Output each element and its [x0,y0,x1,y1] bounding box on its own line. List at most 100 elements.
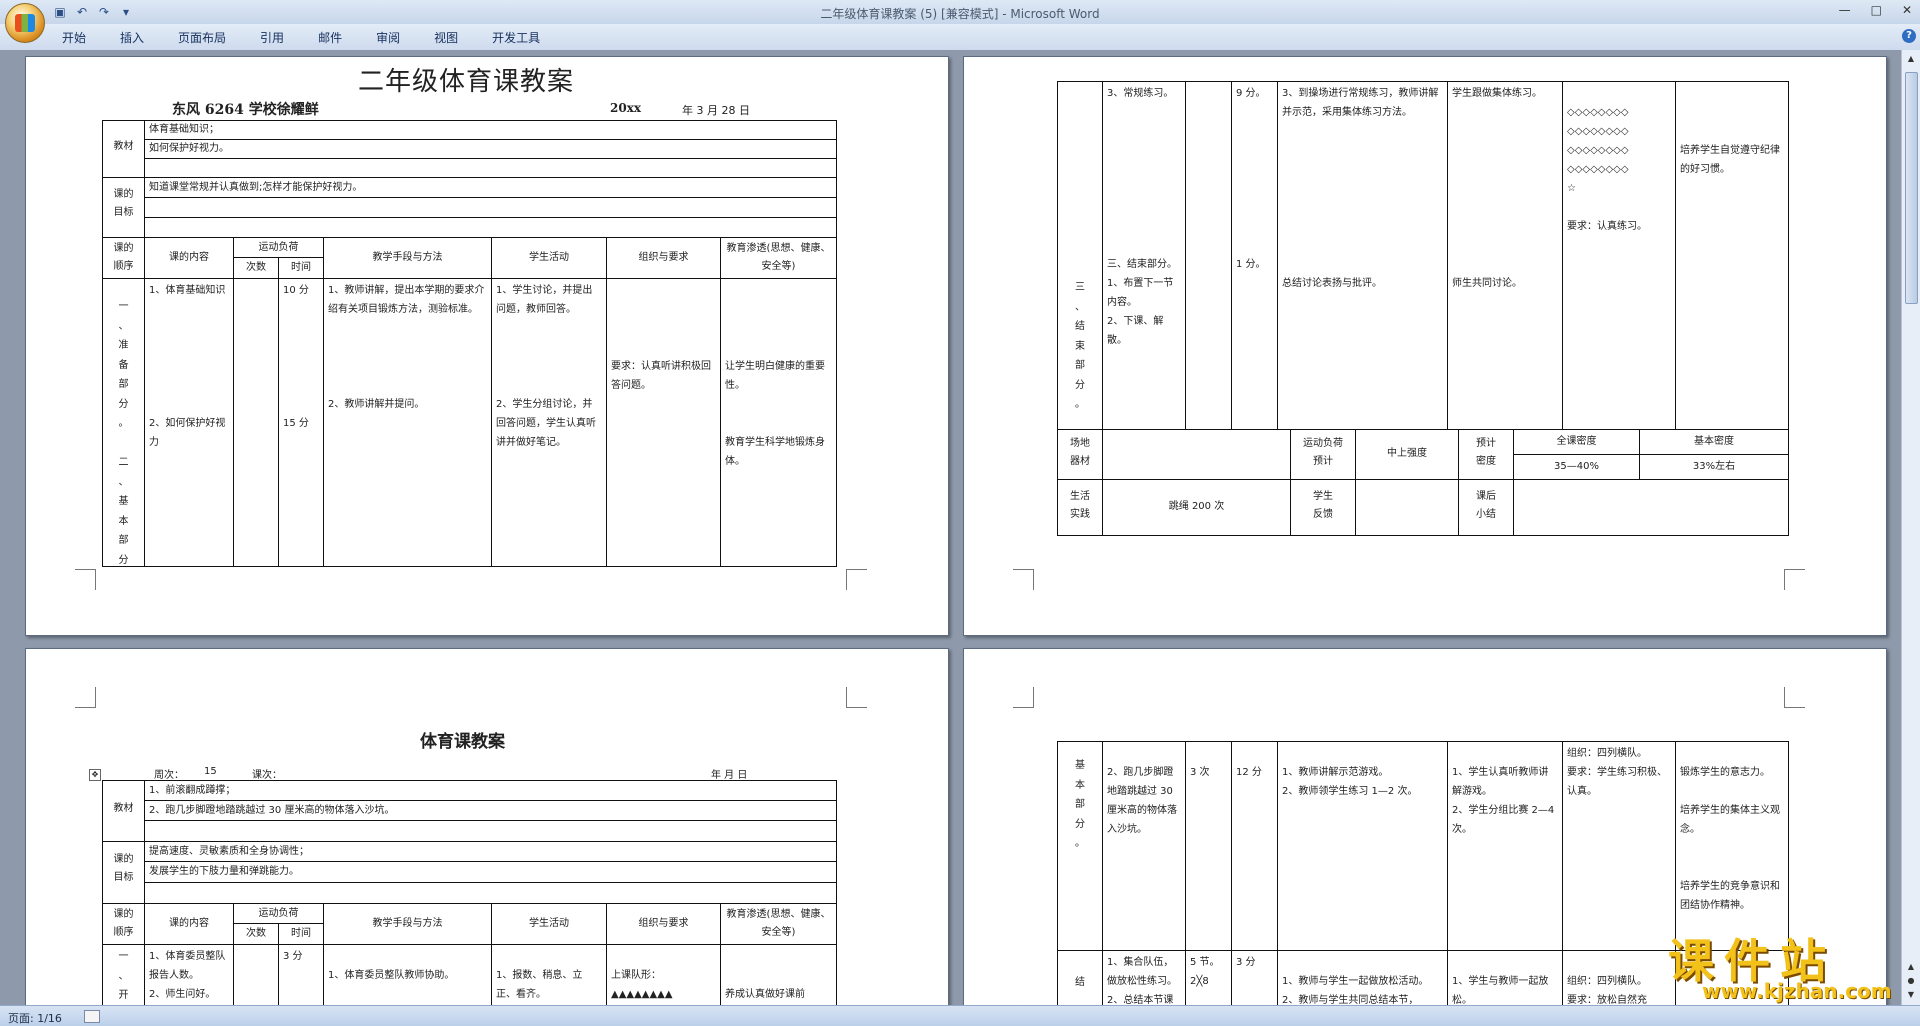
col-duration: 3 分 [278,944,324,1005]
tab-insert[interactable]: 插入 [110,29,154,46]
week-label: 周次： [154,770,184,781]
mubiao-line-1: 知道课堂常规并认真做到;怎样才能保护好视力。 [144,177,837,198]
next-page-icon[interactable]: ▼ [1906,990,1916,1000]
page-1: 二年级体育课教案 东风 6264 学校徐耀鲜 20xx 年 3 月 28 日 教… [25,56,949,636]
col-edu: 培养学生自觉遵守纪律的好习惯。 [1675,81,1789,430]
crop-mark [75,687,96,708]
col-content: 1、体育基础知识 2、如何保护好视力 [144,278,234,567]
header-times: 次数 [233,257,279,279]
page-indicator[interactable]: 页面: 1/16 [8,1010,62,1026]
end-times: 5 节。 2╳8 [1185,950,1232,1005]
ribbon-tabs: 开始 插入 页面布局 引用 邮件 审阅 视图 开发工具 [52,29,564,46]
mubiao-line-3 [144,217,837,238]
col-duration: 9 分。 1 分。 [1231,81,1278,430]
crop-mark [1784,687,1805,708]
header-order: 课的 顺序 [102,237,145,279]
header-method: 教学手段与方法 [323,903,492,945]
window-title: 二年级体育课教案 (5) [兼容模式] - Microsoft Word [820,7,1100,21]
end-org: 组织：四列横队。 要求：放松自然充 [1562,950,1676,1005]
jiaocai-line-3 [144,158,837,178]
scroll-thumb[interactable] [1905,72,1918,304]
page-title: 二年级体育课教案 [358,67,575,97]
end-duration: 3 分 [1231,950,1278,1005]
tab-home[interactable]: 开始 [52,29,96,46]
jiaocai-label: 教材 [102,120,145,178]
jiaocai-line-2: 如何保护好视力。 [144,139,837,159]
crop-mark [846,687,867,708]
tab-references[interactable]: 引用 [250,29,294,46]
basic-density-value: 33%左右 [1639,454,1789,480]
crop-mark [1784,569,1805,590]
col-order: 基 本 部 分 。 [1057,741,1103,951]
scroll-up-icon[interactable]: ▲ [1906,54,1916,64]
jiaocai-label: 教材 [102,780,145,842]
col-content: 1、体育委员整队报告人数。 2、师生问好。 [144,944,234,1005]
minimize-icon[interactable]: — [1839,3,1851,17]
move-handle-icon[interactable]: ✥ [89,769,101,781]
col-edu: 养成认真做好课前 [720,944,837,1005]
header-load: 运动负荷 [233,237,324,258]
prev-page-icon[interactable]: ▲ [1906,962,1916,972]
mubiao-label: 课的 目标 [102,177,145,238]
tab-page-layout[interactable]: 页面布局 [168,29,236,46]
load-label: 运动负荷 预计 [1290,429,1356,480]
col-edu: 锻炼学生的意志力。 培养学生的集体主义观念。 培养学生的竞争意识和团结协作精神。 [1675,741,1789,951]
office-button[interactable] [5,3,45,43]
overall-density-label: 全课密度 [1513,429,1640,455]
help-icon[interactable]: ? [1902,29,1916,43]
tab-mailings[interactable]: 邮件 [308,29,352,46]
col-method: 3、到操场进行常规练习，教师讲解并示范，采用集体练习方法。 总结讨论表扬与批评。 [1277,81,1448,430]
browse-object-icon[interactable]: ● [1906,976,1916,986]
col-student: 1、学生认真听教师讲解游戏。 2、学生分组比赛 2—4 次。 [1447,741,1563,951]
crop-mark [1013,687,1034,708]
header-student: 学生活动 [491,903,607,945]
mubiao-label: 课的 目标 [102,841,145,904]
document-workspace[interactable]: 二年级体育课教案 东风 6264 学校徐耀鲜 20xx 年 3 月 28 日 教… [0,50,1902,1005]
equipment-label: 场地 器材 [1057,429,1103,480]
header-duration: 时间 [278,923,324,945]
school-name: 东风 6264 学校徐耀鲜 [172,102,319,118]
vertical-scrollbar[interactable]: ▲ ▲ ● ▼ [1901,50,1920,1005]
window-controls: — □ ✕ [1839,3,1912,17]
life-label: 生活 实践 [1057,479,1103,536]
col-times [233,944,279,1005]
header-org: 组织与要求 [606,237,721,279]
end-content: 1、集合队伍，做放松性练习。 2、总结本节课 [1102,950,1186,1005]
header-content: 课的内容 [144,903,234,945]
col-org: 要求：认真听讲积极回答问题。 [606,278,721,567]
col-org: ◇◇◇◇◇◇◇◇ ◇◇◇◇◇◇◇◇ ◇◇◇◇◇◇◇◇ ◇◇◇◇◇◇◇◇ ☆ 要求… [1562,81,1676,430]
page-title: 体育课教案 [420,732,505,752]
col-content: 3、常规练习。 三、结束部分。 1、布置下一节内容。 2、下课、解散。 [1102,81,1186,430]
col-method: 1、教师讲解，提出本学期的要求介绍有关项目锻炼方法，测验标准。 2、教师讲解并提… [323,278,492,567]
col-times [1185,81,1232,430]
header-times: 次数 [233,923,279,945]
overall-density-value: 35—40% [1513,454,1640,480]
maximize-icon[interactable]: □ [1871,3,1882,17]
reflection-value [1513,479,1789,536]
date-text: 年 3 月 28 日 [682,104,750,117]
col-duration: 10 分 15 分 [278,278,324,567]
date-year: 20xx [610,101,642,115]
reflection-label: 课后 小结 [1458,479,1514,536]
mubiao-line-2 [144,197,837,218]
header-student: 学生活动 [491,237,607,279]
ribbon: 开始 插入 页面布局 引用 邮件 审阅 视图 开发工具 ? [0,24,1920,51]
status-bar: 页面: 1/16 [0,1005,1920,1026]
header-method: 教学手段与方法 [323,237,492,279]
col-student: 1、学生讨论，并提出问题，教师回答。 2、学生分组讨论，并回答问题，学生认真听讲… [491,278,607,567]
tab-developer[interactable]: 开发工具 [482,29,550,46]
header-edu: 教育渗透(思想、健康、安全等) [720,237,837,279]
page-3: 体育课教案 ✥ 周次： 15 课次： 年 月 日 教材 1、前滚翻成蹲撑； 2、… [25,648,949,1005]
end-student: 1、学生与教师一起放松。 [1447,950,1563,1005]
close-icon[interactable]: ✕ [1902,3,1912,17]
header-edu: 教育渗透(思想、健康、安全等) [720,903,837,945]
feedback-value [1355,479,1459,536]
proofing-icon[interactable] [84,1010,100,1023]
tab-view[interactable]: 视图 [424,29,468,46]
mubiao-line-1: 提高速度、灵敏素质和全身协调性； [144,841,837,862]
basic-density-label: 基本密度 [1639,429,1789,455]
tab-review[interactable]: 审阅 [366,29,410,46]
load-value: 中上强度 [1355,429,1459,480]
header-org: 组织与要求 [606,903,721,945]
page-2: 三 、 结 束 部 分 。 3、常规练习。 三、结束部分。 1、布置下一节内容。… [963,56,1887,636]
